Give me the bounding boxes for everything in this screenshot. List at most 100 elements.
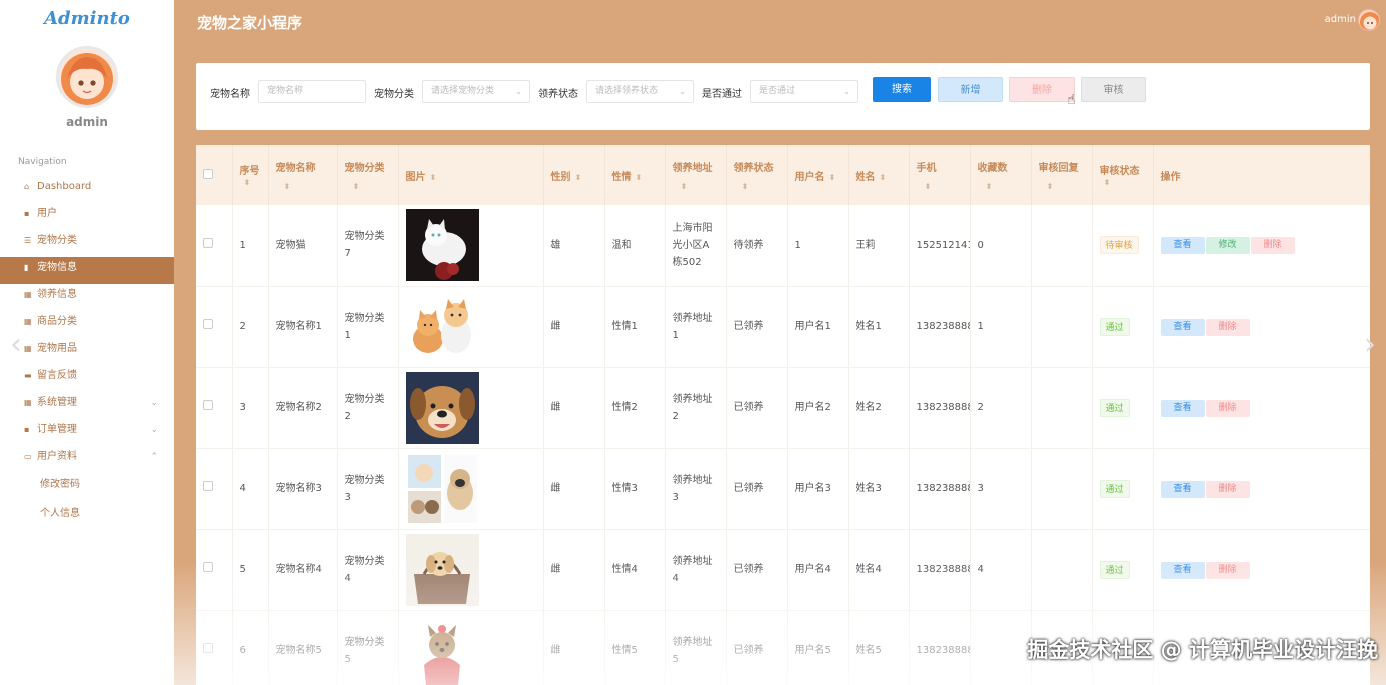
audit-button[interactable]: 审核 xyxy=(1081,77,1146,102)
sidebar-item-3[interactable]: ▮ 宠物信息 xyxy=(0,257,174,284)
column-header[interactable]: 用户名 ⬍ xyxy=(787,145,849,205)
top-avatar[interactable] xyxy=(1358,9,1380,31)
avatar[interactable] xyxy=(56,46,118,108)
row-checkbox[interactable] xyxy=(203,481,213,491)
pet-photo[interactable] xyxy=(405,290,479,363)
cell-adopt-status: 待领养 xyxy=(726,205,788,287)
next-page-arrow[interactable]: › xyxy=(1358,325,1382,365)
row-checkbox[interactable] xyxy=(203,400,213,410)
cell-realname: 王莉 xyxy=(848,205,910,287)
cell-address: 领养地址1 xyxy=(665,286,727,368)
row-checkbox[interactable] xyxy=(203,562,213,572)
column-header[interactable]: 宠物名称 ⬍ xyxy=(268,145,338,205)
column-header[interactable]: 宠物分类 ⬍ xyxy=(337,145,399,205)
view-button[interactable]: 查看 xyxy=(1160,561,1205,579)
column-header[interactable]: 图片 ⬍ xyxy=(398,145,544,205)
view-button[interactable]: 查看 xyxy=(1160,399,1205,417)
row-checkbox[interactable] xyxy=(203,643,213,653)
column-header-label: 性别 xyxy=(550,171,571,183)
sidebar-item-10[interactable]: ▭ 用户资料 ⌃ xyxy=(0,446,174,473)
sort-icon[interactable]: ⬍ xyxy=(978,182,1024,191)
column-header-label: 领养状态 xyxy=(733,163,774,174)
sidebar-item-1[interactable]: ▪ 用户 xyxy=(0,203,174,230)
column-header[interactable]: 序号⬍ xyxy=(232,145,269,205)
sort-icon[interactable]: ⬍ xyxy=(575,173,582,182)
view-button[interactable]: 查看 xyxy=(1160,480,1205,498)
cell-realname: 姓名1 xyxy=(848,286,910,368)
sidebar-item-label: 宠物分类 xyxy=(37,235,77,246)
cell-username: 用户名3 xyxy=(787,448,849,530)
pet-photo[interactable] xyxy=(405,452,479,525)
select-all-checkbox[interactable] xyxy=(203,168,213,179)
sort-icon[interactable]: ⬍ xyxy=(829,173,836,182)
cell-username: 1 xyxy=(787,205,849,287)
row-checkbox[interactable] xyxy=(203,319,213,329)
row-delete-button[interactable]: 删除 xyxy=(1205,399,1250,417)
add-button[interactable]: 新增 xyxy=(938,77,1003,102)
sidebar-item-8[interactable]: ▦ 系统管理 ⌄ xyxy=(0,392,174,419)
sort-icon[interactable]: ⬍ xyxy=(880,173,887,182)
cell-gender: 雌 xyxy=(543,529,605,611)
table-row[interactable]: 5宠物名称4宠物分类4 雌性情4领养地址4已领养用户名4姓名41382388888… xyxy=(196,529,1370,611)
column-header[interactable]: 姓名 ⬍ xyxy=(848,145,910,205)
table-row[interactable]: 2宠物名称1宠物分类1 雌性情1领养地址1已领养用户名1姓名11382388888… xyxy=(196,286,1370,368)
delete-button[interactable]: 删除 xyxy=(1009,77,1075,102)
column-header[interactable]: 领养状态 ⬍ xyxy=(726,145,788,205)
sidebar-item-0[interactable]: ⌂ Dashboard xyxy=(0,176,174,203)
row-delete-button[interactable]: 删除 xyxy=(1205,561,1250,579)
sidebar-item-7[interactable]: ▬ 留言反馈 xyxy=(0,365,174,392)
cell-address: 领养地址2 xyxy=(665,367,727,449)
column-header[interactable]: 领养地址 ⬍ xyxy=(665,145,727,205)
sidebar-item-2[interactable]: ☰ 宠物分类 xyxy=(0,230,174,257)
sidebar-item-9[interactable]: ▪ 订单管理 ⌄ xyxy=(0,419,174,446)
cell-name: 宠物猫 xyxy=(268,205,338,287)
sort-icon[interactable]: ⬍ xyxy=(276,182,330,191)
status-badge: 通过 xyxy=(1099,398,1130,417)
cell-phone: 13823888885 xyxy=(909,610,971,685)
prev-page-arrow[interactable]: ‹ xyxy=(4,325,28,365)
row-delete-button[interactable]: 删除 xyxy=(1205,318,1250,336)
column-header[interactable]: 性情 ⬍ xyxy=(604,145,666,205)
adopt-status-select[interactable]: 请选择领养状态 ⌄ xyxy=(586,80,694,103)
table-row[interactable]: 3宠物名称2宠物分类2 雌性情2领养地址2已领养用户名2姓名21382388888… xyxy=(196,367,1370,449)
view-button[interactable]: 查看 xyxy=(1160,237,1205,255)
pet-photo[interactable] xyxy=(405,614,479,685)
column-header[interactable]: 手机 ⬍ xyxy=(909,145,971,205)
sort-icon[interactable]: ⬍ xyxy=(244,178,251,187)
pet-photo[interactable] xyxy=(405,209,479,282)
view-button[interactable]: 查看 xyxy=(1160,318,1205,336)
sort-icon[interactable]: ⬍ xyxy=(734,182,780,191)
column-header[interactable]: 审核回复 ⬍ xyxy=(1031,145,1093,205)
row-delete-button[interactable]: 删除 xyxy=(1205,480,1250,498)
table-row[interactable]: 4宠物名称3宠物分类3 雌性情3领养地址3已领养用户名3姓名31382388888… xyxy=(196,448,1370,530)
column-header[interactable]: 操作 xyxy=(1153,145,1370,205)
sidebar-subitem-0[interactable]: 修改密码 xyxy=(0,473,174,502)
pet-name-input[interactable]: 宠物名称 xyxy=(258,80,366,103)
pet-photo[interactable] xyxy=(405,371,479,444)
pass-status-select[interactable]: 是否通过 ⌄ xyxy=(750,80,858,103)
sidebar-subitem-1[interactable]: 个人信息 xyxy=(0,502,174,531)
sidebar-item-4[interactable]: ▦ 领养信息 xyxy=(0,284,174,311)
sort-icon[interactable]: ⬍ xyxy=(345,182,391,191)
column-header[interactable]: 性别 ⬍ xyxy=(543,145,605,205)
sort-icon[interactable]: ⬍ xyxy=(1104,178,1111,187)
column-header[interactable]: 审核状态⬍ xyxy=(1092,145,1154,205)
table-row[interactable]: 1宠物猫宠物分类7雄温和上海市阳光小区A栋502待领养1王莉1525121412… xyxy=(196,205,1370,287)
sort-icon[interactable]: ⬍ xyxy=(430,173,437,182)
row-checkbox[interactable] xyxy=(203,237,213,248)
book-icon: ▪ xyxy=(24,425,30,434)
app-logo[interactable]: Adminto xyxy=(0,8,174,29)
sort-icon[interactable]: ⬍ xyxy=(673,182,719,191)
sort-icon[interactable]: ⬍ xyxy=(917,182,963,191)
cell-category: 宠物分类1 xyxy=(337,286,399,368)
sidebar-item-label: 宠物用品 xyxy=(37,343,77,354)
top-username[interactable]: admin xyxy=(1325,14,1356,25)
pet-category-select[interactable]: 请选择宠物分类 ⌄ xyxy=(422,80,530,103)
sort-icon[interactable]: ⬍ xyxy=(636,173,643,182)
sort-icon[interactable]: ⬍ xyxy=(1039,182,1085,191)
search-button[interactable]: 搜索 xyxy=(873,77,931,102)
pet-photo[interactable] xyxy=(405,533,479,606)
edit-button[interactable]: 修改 xyxy=(1205,237,1250,255)
column-header[interactable]: 收藏数 ⬍ xyxy=(970,145,1032,205)
row-delete-button[interactable]: 删除 xyxy=(1250,237,1295,255)
